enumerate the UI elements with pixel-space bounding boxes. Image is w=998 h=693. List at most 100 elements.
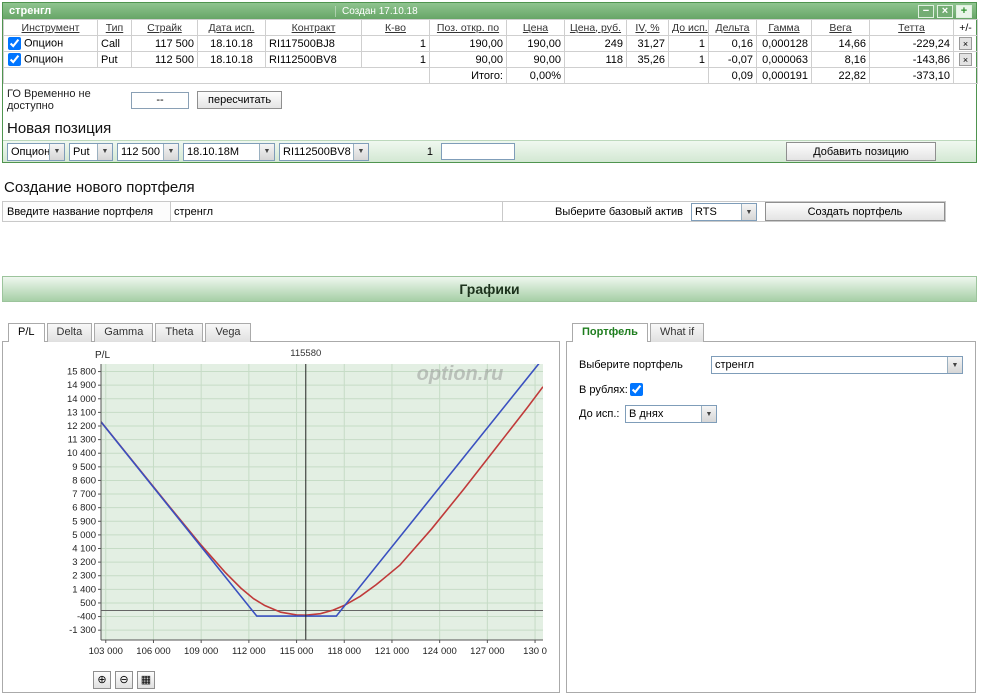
- column-header[interactable]: Гамма: [756, 19, 812, 36]
- remove-row-button[interactable]: ×: [959, 53, 972, 66]
- column-header[interactable]: Тетта: [869, 19, 954, 36]
- svg-text:500: 500: [80, 598, 96, 609]
- svg-text:124 000: 124 000: [422, 646, 456, 657]
- newpos-instrument-select[interactable]: Опцион ▼: [7, 142, 65, 161]
- rub-row: В рублях:: [579, 383, 963, 396]
- tab-gamma[interactable]: Gamma: [94, 323, 154, 342]
- toexp-select[interactable]: В днях ▼: [625, 405, 717, 423]
- column-header[interactable]: Дата исп.: [197, 19, 266, 36]
- portfolio-select[interactable]: стренгл ▼: [711, 356, 963, 374]
- cell: Опцион: [3, 35, 98, 52]
- cell: 190,00: [429, 35, 507, 52]
- pl-chart: option.ru 115580 P/L 15 800 14 900 14 000 13 1…: [67, 348, 547, 657]
- new-position-heading: Новая позиция: [7, 120, 112, 137]
- cell: ×: [953, 35, 978, 52]
- tab-what-if[interactable]: What if: [649, 323, 705, 342]
- svg-text:9 500: 9 500: [72, 462, 96, 473]
- zoom-out-button[interactable]: ⊖: [115, 671, 133, 689]
- total-value: 0,09: [708, 67, 757, 84]
- svg-text:13 100: 13 100: [67, 407, 96, 418]
- cell: 0,000063: [756, 51, 812, 68]
- total-value: 0,00%: [506, 67, 565, 84]
- create-portfolio-button[interactable]: Создать портфель: [765, 202, 945, 221]
- column-header[interactable]: IV, %: [626, 19, 669, 36]
- column-header[interactable]: Дельта: [708, 19, 757, 36]
- column-header[interactable]: Страйк: [131, 19, 198, 36]
- rub-checkbox[interactable]: [629, 383, 643, 396]
- svg-text:109 000: 109 000: [184, 646, 218, 657]
- tab-vega[interactable]: Vega: [205, 323, 251, 342]
- window-controls: − × +: [918, 4, 976, 18]
- cell: 190,00: [506, 35, 565, 52]
- select-portfolio-row: Выберите портфель стренгл ▼: [579, 356, 963, 374]
- column-header[interactable]: Цена: [506, 19, 565, 36]
- right-panel-tabs: Портфель What if: [566, 322, 976, 342]
- cell: Опцион: [3, 51, 98, 68]
- chevron-down-icon: ▼: [49, 143, 64, 160]
- chart-panel: option.ru 115580 P/L 15 800 14 900 14 000 13 1…: [2, 341, 560, 693]
- add-position-button[interactable]: Добавить позицию: [786, 142, 936, 161]
- svg-text:P/L: P/L: [95, 350, 110, 361]
- window-title: стренгл: [9, 5, 52, 17]
- positions-table: Инструмент Тип Страйк Дата исп. Контракт К-во…: [3, 19, 978, 84]
- svg-text:7 700: 7 700: [72, 489, 96, 500]
- tab-p-l[interactable]: P/L: [8, 323, 45, 342]
- svg-text:118 000: 118 000: [327, 646, 361, 657]
- zoom-reset-button[interactable]: ▦: [137, 671, 155, 689]
- toexp-row: До исп.: В днях ▼: [579, 405, 963, 423]
- chevron-down-icon: ▼: [741, 204, 756, 220]
- base-asset-select[interactable]: RTS ▼: [691, 203, 757, 221]
- chevron-down-icon: ▼: [353, 143, 368, 160]
- portfolio-name-input[interactable]: [171, 202, 502, 221]
- cell: 249: [564, 35, 627, 52]
- column-header[interactable]: Поз. откр. по: [429, 19, 507, 36]
- right-panel-wrap: Портфель What if Выберите портфель стренг…: [566, 322, 976, 693]
- newpos-contract-select[interactable]: RI112500BV8 ▼: [279, 142, 369, 161]
- go-section: ГО Временно не доступно -- пересчитать: [3, 84, 976, 118]
- column-header[interactable]: Цена, руб.: [564, 19, 627, 36]
- cell: RI117500BJ8: [265, 35, 362, 52]
- row-checkbox[interactable]: [8, 53, 21, 66]
- cell: 18.10.18: [197, 51, 266, 68]
- tab-портфель[interactable]: Портфель: [572, 323, 648, 342]
- chart-panel-wrap: P/L Delta Gamma Theta Vega option.ru 115580 P/…: [2, 322, 560, 693]
- chevron-down-icon: ▼: [97, 143, 112, 160]
- svg-text:option.ru: option.ru: [417, 363, 504, 385]
- cell: ×: [953, 51, 978, 68]
- chart-tabs: P/L Delta Gamma Theta Vega: [2, 322, 560, 342]
- column-header[interactable]: Контракт: [265, 19, 362, 36]
- charts-band: Графики: [2, 276, 977, 302]
- total-value: -373,10: [869, 67, 954, 84]
- tab-theta[interactable]: Theta: [155, 323, 204, 342]
- svg-text:115 000: 115 000: [280, 646, 314, 657]
- newpos-type-select[interactable]: Put ▼: [69, 142, 113, 161]
- column-header[interactable]: До исп.: [668, 19, 709, 36]
- base-asset-label: Выберите базовый актив: [555, 205, 683, 218]
- cell: 117 500: [131, 35, 198, 52]
- zoom-in-button[interactable]: ⊕: [93, 671, 111, 689]
- portfolio-name-cell: [171, 202, 503, 221]
- column-header[interactable]: Вега: [811, 19, 870, 36]
- column-header[interactable]: Инструмент: [3, 19, 98, 36]
- remove-row-button[interactable]: ×: [959, 37, 972, 50]
- column-header[interactable]: К-во: [361, 19, 430, 36]
- svg-text:103 000: 103 000: [89, 646, 123, 657]
- tab-delta[interactable]: Delta: [46, 323, 93, 342]
- newpos-date-select[interactable]: 18.10.18M ▼: [183, 142, 275, 161]
- positions-table-body: Опцион Call 117 500 18.10.18 RI117500BJ8 1 190…: [3, 35, 978, 84]
- svg-text:130 0: 130 0: [523, 646, 547, 657]
- cell: [564, 67, 709, 84]
- svg-text:6 800: 6 800: [72, 503, 96, 514]
- column-header[interactable]: Тип: [97, 19, 132, 36]
- recalculate-button[interactable]: пересчитать: [197, 91, 283, 109]
- newpos-strike-select[interactable]: 112 500 ▼: [117, 142, 179, 161]
- newpos-price-input[interactable]: [441, 143, 515, 160]
- minimize-icon[interactable]: −: [918, 4, 934, 18]
- svg-text:-1 300: -1 300: [69, 625, 96, 636]
- chart-zoom-controls: ⊕ ⊖ ▦: [93, 671, 559, 689]
- svg-text:10 400: 10 400: [67, 448, 96, 459]
- add-icon[interactable]: +: [956, 4, 972, 18]
- cell: 90,00: [506, 51, 565, 68]
- close-icon[interactable]: ×: [937, 4, 953, 18]
- row-checkbox[interactable]: [8, 37, 21, 50]
